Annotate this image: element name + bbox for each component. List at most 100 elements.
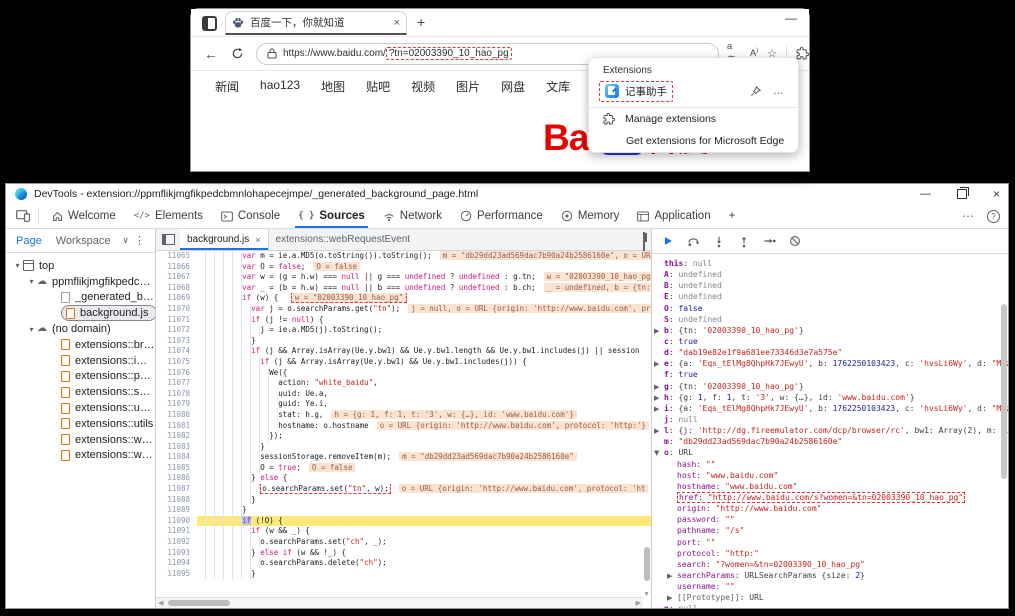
scope-row[interactable]: ▶l: {j: 'http://dg.fireemulator.com/dcp/… <box>652 425 1008 436</box>
line-number[interactable]: 11085 <box>156 463 197 474</box>
line-number[interactable]: 11080 <box>156 410 197 421</box>
tree-item-extensions-utils[interactable]: extensions::utils <box>6 416 155 432</box>
line-number[interactable]: 11068 <box>156 283 197 294</box>
devtools-more-icon[interactable]: ⋯ <box>962 209 975 223</box>
back-button[interactable]: ← <box>204 46 218 62</box>
scope-row[interactable]: protocol: "http:" <box>652 548 1008 559</box>
line-number[interactable]: 11088 <box>156 495 197 506</box>
expand-icon[interactable]: ▶ <box>667 593 677 603</box>
scope-row[interactable]: j: null <box>652 414 1008 425</box>
scope-row[interactable]: href: "http://www.baidu.com/s?women=&tn=… <box>652 492 1008 503</box>
devtools-tab-console[interactable]: Console <box>212 204 289 228</box>
scope-row[interactable]: hostname: "www.baidu.com" <box>652 481 1008 492</box>
pin-icon[interactable] <box>750 86 761 97</box>
tree-item-extensions-webrequest-[interactable]: extensions::webRequest... <box>6 448 155 464</box>
kebab-menu-icon[interactable]: ⋮ <box>134 234 145 247</box>
tree-item-extensions-uncaught-ex-[interactable]: extensions::uncaught_ex... <box>6 400 155 416</box>
device-toolbar-icon[interactable] <box>16 210 30 222</box>
scope-row[interactable]: c: true <box>652 336 1008 347</box>
line-number[interactable]: 11092 <box>156 537 197 548</box>
tree-item-ppmflikjmgfikpedcbmnloh-[interactable]: ▾☁ppmflikjmgfikpedcbmnloh... <box>6 274 155 290</box>
line-number[interactable]: 11084 <box>156 452 197 463</box>
chevron-down-icon[interactable]: ∨ <box>122 235 129 246</box>
scope-row[interactable]: ▶[[Prototype]]: URL <box>652 592 1008 603</box>
line-number[interactable]: 11095 <box>156 569 197 580</box>
scope-row[interactable]: username: "" <box>652 581 1008 592</box>
editor-tab-background-js[interactable]: background.js× <box>180 229 269 250</box>
line-number[interactable]: 11082 <box>156 431 197 442</box>
scope-scrollbar-thumb[interactable] <box>1001 304 1007 479</box>
step-over-icon[interactable] <box>687 235 700 247</box>
scope-row[interactable]: ▶searchParams: URLSearchParams {size: 2} <box>652 570 1008 581</box>
tab-workspace[interactable]: Workspace <box>42 235 111 247</box>
expand-icon[interactable]: ▶ <box>654 404 664 414</box>
scope-row[interactable]: ▶h: {g: 1, f: 1, t: '3', w: {…}, id: 'ww… <box>652 392 1008 403</box>
tree-item-extensions-permissions[interactable]: extensions::permissions <box>6 369 155 385</box>
line-number[interactable]: 11076 <box>156 368 197 379</box>
restore-button[interactable] <box>957 189 967 199</box>
tab-page[interactable]: Page <box>6 235 42 247</box>
expand-icon[interactable]: ▶ <box>654 393 664 403</box>
line-number[interactable]: 11078 <box>156 389 197 400</box>
reload-icon[interactable] <box>231 47 244 60</box>
tree-item-background-js[interactable]: background.js <box>6 305 155 321</box>
expand-icon[interactable]: ▶ <box>654 426 664 436</box>
line-number[interactable]: 11089 <box>156 505 197 516</box>
scope-row[interactable]: A: undefined <box>652 269 1008 280</box>
line-number[interactable]: 11094 <box>156 558 197 569</box>
devtools-tab-performance[interactable]: Performance <box>451 204 552 228</box>
get-extensions-item[interactable]: Get extensions for Microsoft Edge <box>589 130 798 152</box>
step-out-icon[interactable] <box>738 235 750 248</box>
baidu-nav-link[interactable]: 视频 <box>411 78 435 95</box>
expand-icon[interactable]: ▶ <box>654 326 664 336</box>
expand-icon[interactable]: ▶ <box>654 359 664 369</box>
tree-expand-icon[interactable]: ▾ <box>26 277 37 286</box>
scope-row[interactable]: ▶g: {tn: '02003390_10_hao_pg'} <box>652 381 1008 392</box>
expand-icon[interactable]: ▼ <box>654 448 664 458</box>
baidu-nav-link[interactable]: 文库 <box>546 78 570 95</box>
baidu-nav-link[interactable]: 地图 <box>321 78 345 95</box>
line-number[interactable]: 11090 <box>156 516 197 527</box>
close-icon[interactable]: × <box>255 235 260 245</box>
scope-row[interactable]: hash: "" <box>652 459 1008 470</box>
scope-row[interactable]: pathname: "/s" <box>652 525 1008 536</box>
tree-item-extensions-webrequest[interactable]: extensions::webRequest <box>6 432 155 448</box>
new-tab-button[interactable]: + <box>417 14 425 30</box>
line-number[interactable]: 11065 <box>156 251 197 262</box>
extensions-puzzle-icon[interactable] <box>796 47 809 60</box>
scope-row[interactable]: ▶b: {tn: '02003390_10_hao_pg'} <box>652 325 1008 336</box>
editor-horizontal-scrollbar[interactable]: ◀ ▶ <box>156 597 643 608</box>
step-into-icon[interactable] <box>713 235 725 248</box>
line-number[interactable]: 11072 <box>156 325 197 336</box>
tree-item-extensions-browseraction[interactable]: extensions::browserAction <box>6 337 155 353</box>
baidu-nav-link[interactable]: 网盘 <box>501 78 525 95</box>
devtools-tab-application[interactable]: Application <box>628 204 719 228</box>
browser-minimize-button[interactable]: — <box>785 11 797 25</box>
scope-row[interactable]: ▶i: {a: 'Eqs_tElMg8QhpHk7JEwyU', b: 1762… <box>652 403 1008 414</box>
tab-close-icon[interactable]: × <box>394 17 400 29</box>
scope-row[interactable]: password: "" <box>652 514 1008 525</box>
editor-options-icon[interactable] <box>643 233 645 251</box>
line-number[interactable]: 11081 <box>156 421 197 432</box>
tree-item--no-domain-[interactable]: ▾☁(no domain) <box>6 321 155 337</box>
scope-row[interactable]: p: null <box>652 603 1008 608</box>
scope-row[interactable]: ▶e: {a: 'Eqs_tElMg8QhpHk7JEwyU', b: 1762… <box>652 358 1008 369</box>
browser-tab[interactable]: 百度一下，你就知道 × <box>225 11 407 35</box>
scope-row[interactable]: f: true <box>652 369 1008 380</box>
scope-row[interactable]: B: undefined <box>652 280 1008 291</box>
editor-vertical-scrollbar[interactable]: ▼ <box>643 251 651 598</box>
scope-row[interactable]: ▼o: URL <box>652 447 1008 458</box>
tree-item-extensions-imageutil[interactable]: extensions::imageUtil <box>6 353 155 369</box>
devtools-tab-memory[interactable]: Memory <box>552 204 629 228</box>
minimize-button[interactable]: — <box>920 188 931 200</box>
line-number[interactable]: 11067 <box>156 272 197 283</box>
scope-row[interactable]: host: "www.baidu.com" <box>652 470 1008 481</box>
line-number[interactable]: 11091 <box>156 526 197 537</box>
resume-icon[interactable] <box>662 235 674 247</box>
baidu-nav-link[interactable]: 新闻 <box>215 78 239 95</box>
line-number[interactable]: 11087 <box>156 484 197 495</box>
scope-row[interactable]: S: undefined <box>652 314 1008 325</box>
line-number[interactable]: 11074 <box>156 346 197 357</box>
line-number[interactable]: 11071 <box>156 315 197 326</box>
scope-row[interactable]: m: "db29dd23ad569dac7b90a24b2586160e" <box>652 436 1008 447</box>
